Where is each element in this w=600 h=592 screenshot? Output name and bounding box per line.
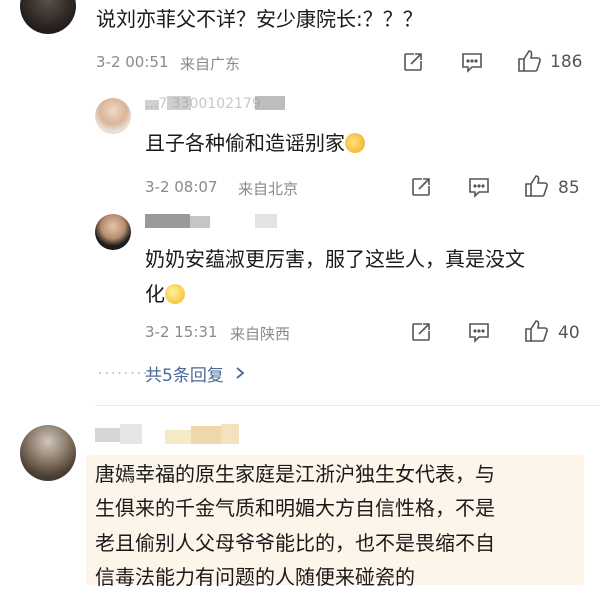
comment-date: 3-2 00:51 xyxy=(96,53,169,71)
username[interactable]: ...7 3300102179 xyxy=(145,96,261,112)
like-count: 85 xyxy=(558,178,580,198)
comment-location: 来自广东 xyxy=(180,55,241,73)
comment-text-line-1: 唐嫣幸福的原生家庭是江浙沪独生女代表，与 xyxy=(95,462,495,486)
share-icon[interactable] xyxy=(410,176,432,198)
comment-text-line-3: 老且偷别人父母爷爷能比的，也不是畏缩不自 xyxy=(95,531,495,555)
thumbs-up-icon[interactable] xyxy=(524,319,550,343)
avatar[interactable] xyxy=(95,214,131,250)
avatar[interactable] xyxy=(20,425,76,481)
divider xyxy=(95,405,600,406)
view-replies-link[interactable]: 共5条回复 xyxy=(145,361,245,386)
reply-date: 3-2 15:31 xyxy=(145,323,218,341)
avatar[interactable] xyxy=(95,98,131,134)
like-count: 40 xyxy=(558,323,580,343)
comment-icon[interactable] xyxy=(460,51,484,73)
comment-icon[interactable] xyxy=(467,176,491,198)
comment-icon[interactable] xyxy=(467,321,491,343)
thumbs-up-icon[interactable] xyxy=(517,49,543,73)
share-icon[interactable] xyxy=(410,321,432,343)
comment-text-line-4: 信毒法能力有问题的人随便来碰瓷的 xyxy=(95,565,415,589)
username-mosaic xyxy=(95,420,255,450)
smile-emoji xyxy=(165,284,185,304)
reply-date: 3-2 08:07 xyxy=(145,178,218,196)
reply-text: 且子各种偷和造谣别家 xyxy=(145,128,365,158)
avatar[interactable] xyxy=(20,0,76,34)
cat-face-emoji xyxy=(345,133,365,153)
reply-text-line-2: 化 xyxy=(145,279,185,309)
reply-text-line-1: 奶奶安蕴淑更厉害，服了这些人，真是没文 xyxy=(145,247,525,271)
like-count: 186 xyxy=(550,52,583,72)
username-mosaic xyxy=(145,212,285,232)
share-icon[interactable] xyxy=(402,51,424,73)
reply-location: 来自陕西 xyxy=(230,325,291,343)
reply-location: 来自北京 xyxy=(238,180,299,198)
thumbs-up-icon[interactable] xyxy=(524,174,550,198)
chevron-right-icon xyxy=(235,365,245,384)
comment-text: 说刘亦菲父不详？安少康院长:？？？ xyxy=(96,7,423,31)
comment-text-line-2: 生俱来的千金气质和明媚大方自信性格，不是 xyxy=(95,496,495,520)
